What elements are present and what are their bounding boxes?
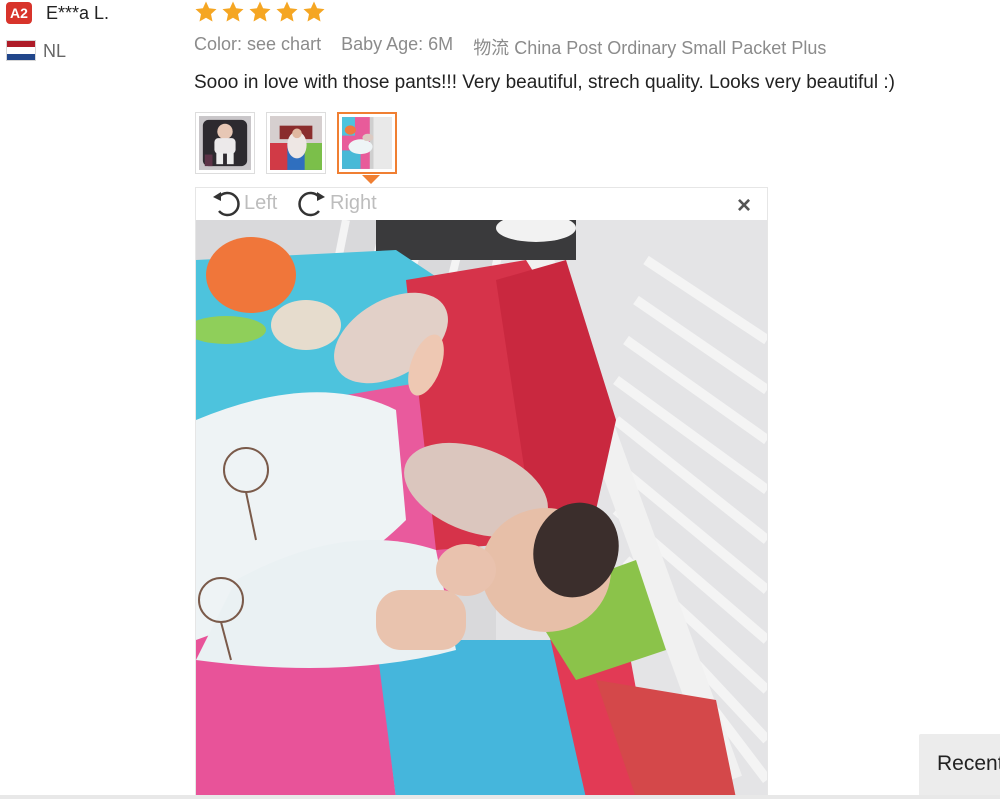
recent-tab[interactable]: Recent	[919, 734, 1000, 799]
review-photo-large	[196, 220, 767, 798]
rotate-right-label: Right	[330, 191, 377, 214]
star-icon	[276, 1, 298, 22]
rotate-left-button[interactable]: Left	[210, 188, 277, 218]
review-attributes: Color: see chart Baby Age: 6M 物流 China P…	[194, 34, 846, 60]
close-viewer-button[interactable]: ×	[737, 194, 751, 218]
rotate-left-label: Left	[244, 191, 278, 214]
color-attribute: Color: see chart	[194, 34, 321, 60]
reviewer-name: E***a L.	[46, 3, 110, 23]
review-photo-2-image	[270, 116, 322, 170]
star-icon	[222, 1, 244, 22]
page-bottom-divider	[0, 795, 1000, 799]
rotate-left-icon	[213, 191, 240, 217]
reviewer-level-badge: A2	[6, 2, 32, 24]
age-label: Baby Age:	[341, 34, 424, 54]
review-photo-1-image	[199, 116, 251, 170]
shipping-attribute: 物流 China Post Ordinary Small Packet Plus	[473, 34, 826, 60]
rotate-right-icon	[298, 191, 325, 217]
review-thumbnail-3[interactable]	[337, 112, 397, 174]
star-icon	[195, 1, 217, 22]
age-value: 6M	[428, 34, 454, 54]
rating-stars	[194, 0, 326, 24]
viewer-toolbar: Left Right ×	[196, 188, 767, 220]
image-viewer: Left Right ×	[195, 187, 768, 799]
rotate-right-button[interactable]: Right	[296, 188, 377, 218]
reviewer-country: NL	[43, 41, 67, 61]
color-value: see chart	[247, 34, 322, 54]
review-thumbnail-1[interactable]	[195, 112, 255, 174]
active-thumbnail-indicator	[362, 175, 380, 184]
country-flag-icon	[6, 40, 36, 61]
review-text: Sooo in love with those pants!!! Very be…	[194, 72, 895, 93]
shipping-value: China Post Ordinary Small Packet Plus	[514, 38, 827, 58]
shipping-label: 物流	[473, 38, 510, 58]
color-label: Color:	[194, 34, 243, 54]
star-icon	[249, 1, 271, 22]
star-icon	[303, 1, 325, 22]
age-attribute: Baby Age: 6M	[341, 34, 453, 60]
review-thumbnail-2[interactable]	[266, 112, 326, 174]
review-photo-3-image	[342, 117, 392, 169]
